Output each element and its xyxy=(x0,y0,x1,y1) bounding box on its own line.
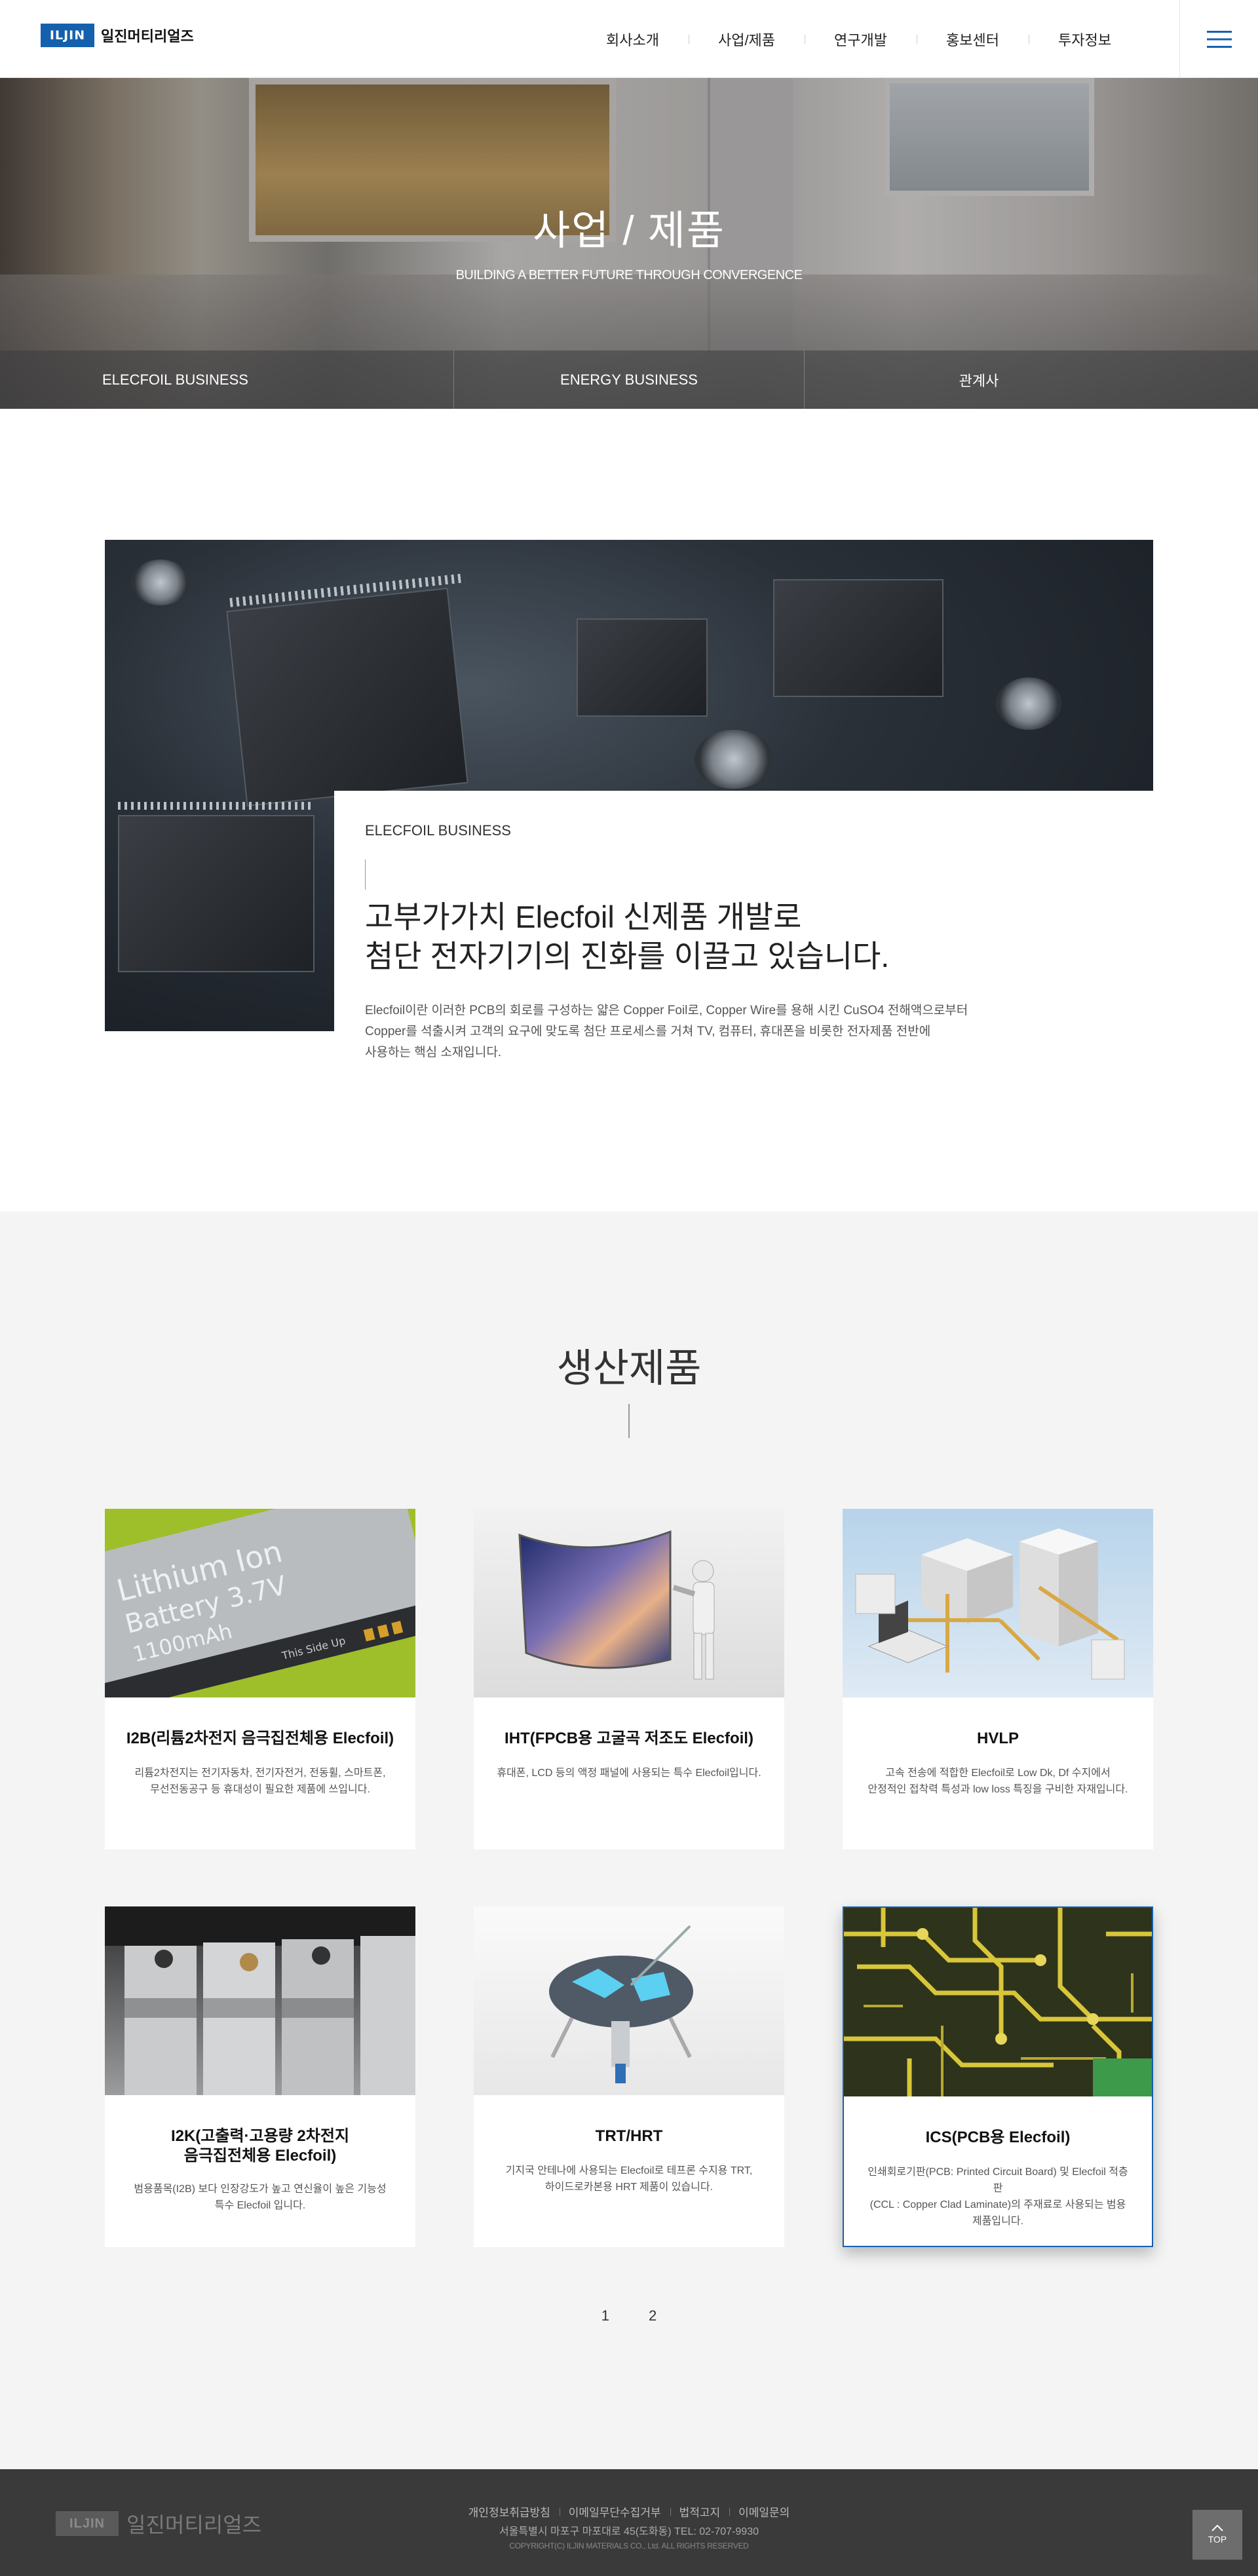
battery-illustration: Lithium Ion Battery 3.7V 1100mAh This Si… xyxy=(105,1509,415,1697)
capacitor-shape xyxy=(695,730,773,789)
product-card-i2k[interactable]: I2K(고출력·고용량 2차전지 음극집전체용 Elecfoil) 범용품목(I… xyxy=(105,1906,415,2247)
footer-link-email-refusal[interactable]: 이메일무단수집거부 xyxy=(560,2503,670,2520)
product-title: IHT(FPCB용 고굴곡 저조도 Elecfoil) xyxy=(505,1730,753,1747)
top-label: TOP xyxy=(1208,2534,1227,2545)
antenna-image xyxy=(474,1906,784,2095)
divider xyxy=(628,1404,630,1438)
product-title: I2B(리튬2차전지 음극집전체용 Elecfoil) xyxy=(126,1730,394,1747)
product-card-hvlp[interactable]: HVLP 고속 전송에 적합한 Elecfoil로 Low Dk, Df 수지에… xyxy=(843,1509,1153,1849)
desc-line: 휴대폰, LCD 등의 액정 패널에 사용되는 특수 Elecfoil입니다. xyxy=(497,1768,761,1779)
site-footer: ILJIN 일진머티리얼즈 개인정보취급방침 이메일무단수집거부 법적고지 이메… xyxy=(0,2469,1258,2576)
desc-line: 안정적인 접착력 특성과 low loss 특징을 구비한 자재입니다. xyxy=(867,1784,1128,1795)
desc-line: 기지국 안테나에 사용되는 Elecfoil로 테프론 수지용 TRT, xyxy=(505,2165,753,2176)
desc-line: 사용하는 핵심 소재입니다. xyxy=(365,1046,502,1059)
desc-line: 범용품목(I2B) 보다 인장강도가 높고 연신율이 높은 기능성 xyxy=(134,2184,387,2195)
site-header: ILJIN 일진머티리얼즈 회사소개 사업/제품 연구개발 홍보센터 투자정보 xyxy=(0,0,1258,78)
product-card-trt-hrt[interactable]: TRT/HRT 기지국 안테나에 사용되는 Elecfoil로 테프론 수지용 … xyxy=(474,1906,784,2247)
headline-line: 고부가가치 Elecfoil 신제품 개발로 xyxy=(365,900,802,934)
battery-pack-image xyxy=(105,1906,415,2095)
chip-shape xyxy=(773,579,943,697)
headline-line: 첨단 전자기기의 진화를 이끌고 있습니다. xyxy=(365,939,890,974)
title-line: I2K(고출력·고용량 2차전지 xyxy=(170,2127,350,2145)
logo-text: 일진머티리얼즈 xyxy=(101,28,194,45)
desc-line: 리튬2차전지는 전기자동차, 전기자전거, 전동휠, 스마트폰, xyxy=(134,1768,386,1779)
product-card-ics[interactable]: ICS(PCB용 Elecfoil) 인쇄회로기판(PCB: Printed C… xyxy=(843,1906,1153,2247)
page-1[interactable]: 1 xyxy=(601,2307,609,2324)
desc-line: 하이드로카본용 HRT 제품이 있습니다. xyxy=(544,2182,714,2193)
tab-energy[interactable]: ENERGY BUSINESS xyxy=(453,350,804,409)
flexible-display-image xyxy=(474,1509,784,1697)
pagination: 1 2 xyxy=(0,2307,1258,2324)
site-logo[interactable]: ILJIN 일진머티리얼즈 xyxy=(41,24,194,47)
product-title: I2K(고출력·고용량 2차전지 음극집전체용 Elecfoil) xyxy=(118,2127,402,2166)
nav-business[interactable]: 사업/제품 xyxy=(689,29,805,50)
network-image xyxy=(843,1509,1153,1697)
footer-link-legal[interactable]: 법적고지 xyxy=(670,2503,730,2520)
product-desc: 고속 전송에 적합한 Elecfoil로 Low Dk, Df 수지에서 안정적… xyxy=(862,1765,1134,1798)
product-title: ICS(PCB용 Elecfoil) xyxy=(925,2129,1071,2146)
chip-shape xyxy=(226,588,468,806)
product-desc: 기지국 안테나에 사용되는 Elecfoil로 테프론 수지용 TRT, 하이드… xyxy=(493,2163,765,2195)
nav-ir[interactable]: 투자정보 xyxy=(1029,29,1141,50)
intro-headline: 고부가가치 Elecfoil 신제품 개발로 첨단 전자기기의 진화를 이끌고 … xyxy=(365,898,889,976)
page-subtitle: BUILDING A BETTER FUTURE THROUGH CONVERG… xyxy=(455,268,803,282)
product-desc: 리튬2차전지는 전기자동차, 전기자전거, 전동휠, 스마트폰, 무선전동공구 … xyxy=(124,1765,396,1798)
nav-rnd[interactable]: 연구개발 xyxy=(805,29,917,50)
pcb-illustration xyxy=(844,1908,1152,2096)
chevron-up-icon xyxy=(1211,2525,1223,2531)
footer-address: 서울특별시 마포구 마포대로 45(도화동) TEL: 02-707-9930 xyxy=(499,2526,759,2537)
product-card-i2b[interactable]: Lithium Ion Battery 3.7V 1100mAh This Si… xyxy=(105,1509,415,1849)
logo-mark: ILJIN xyxy=(41,24,94,47)
desc-line: 고속 전송에 적합한 Elecfoil로 Low Dk, Df 수지에서 xyxy=(885,1768,1111,1779)
product-card-iht[interactable]: IHT(FPCB용 고굴곡 저조도 Elecfoil) 휴대폰, LCD 등의 … xyxy=(474,1509,784,1849)
tab-elecfoil[interactable]: ELECFOIL BUSINESS xyxy=(0,350,453,409)
section-title: 생산제품 xyxy=(556,1346,702,1390)
capacitor-shape xyxy=(996,677,1061,730)
divider xyxy=(365,860,366,890)
sub-tabs: ELECFOIL BUSINESS ENERGY BUSINESS 관계사 xyxy=(0,350,1258,409)
hero-banner: 사업 / 제품 BUILDING A BETTER FUTURE THROUGH… xyxy=(0,78,1258,409)
antenna-illustration xyxy=(549,1925,693,2083)
intro-description: Elecfoil이란 이러한 PCB의 회로를 구성하는 얇은 Copper F… xyxy=(365,1000,1020,1063)
footer-copyright: COPYRIGHT(C) ILJIN MATERIALS CO., Ltd. A… xyxy=(509,2541,749,2550)
main-nav: 회사소개 사업/제품 연구개발 홍보센터 투자정보 xyxy=(577,0,1141,78)
desc-line: Copper를 석출시켜 고객의 요구에 맞도록 첨단 프로세스를 거쳐 TV,… xyxy=(365,1025,931,1038)
desc-line: 특수 Elecfoil 입니다. xyxy=(214,2200,306,2211)
nav-company[interactable]: 회사소개 xyxy=(577,29,689,50)
back-to-top-button[interactable]: TOP xyxy=(1192,2510,1242,2560)
tab-affiliates[interactable]: 관계사 xyxy=(804,350,1258,409)
product-desc: 인쇄회로기판(PCB: Printed Circuit Board) 및 Ele… xyxy=(864,2164,1132,2229)
footer-link-privacy[interactable]: 개인정보취급방침 xyxy=(459,2503,560,2520)
display-illustration xyxy=(518,1530,715,1680)
page-title: 사업 / 제품 xyxy=(533,208,725,254)
section-label: ELECFOIL BUSINESS xyxy=(365,822,511,839)
hamburger-icon xyxy=(1206,30,1232,48)
battery-image: Lithium Ion Battery 3.7V 1100mAh This Si… xyxy=(105,1509,415,1697)
desc-line: 제품입니다. xyxy=(972,2216,1024,2227)
desc-line: Elecfoil이란 이러한 PCB의 회로를 구성하는 얇은 Copper F… xyxy=(365,1004,968,1017)
page-2[interactable]: 2 xyxy=(649,2307,657,2324)
desc-line: 인쇄회로기판(PCB: Printed Circuit Board) 및 Ele… xyxy=(867,2167,1128,2194)
product-title: TRT/HRT xyxy=(595,2127,663,2145)
network-illustration xyxy=(855,1528,1125,1680)
capacitor-shape xyxy=(131,559,190,605)
pcb-image xyxy=(844,1908,1152,2096)
battery-pack-illustration xyxy=(105,1906,415,2095)
footer-links: 개인정보취급방침 이메일무단수집거부 법적고지 이메일문의 xyxy=(0,2503,1258,2520)
product-title: HVLP xyxy=(976,1730,1019,1747)
footer-link-email-inquiry[interactable]: 이메일문의 xyxy=(729,2503,799,2520)
chip-shape xyxy=(118,815,314,972)
chip-shape xyxy=(577,618,708,717)
desc-line: (CCL : Copper Clad Laminate)의 주재료로 사용되는 … xyxy=(869,2199,1126,2210)
chip-pins xyxy=(118,802,314,810)
product-desc: 범용품목(I2B) 보다 인장강도가 높고 연신율이 높은 기능성 특수 Ele… xyxy=(124,2181,396,2214)
product-desc: 휴대폰, LCD 등의 액정 패널에 사용되는 특수 Elecfoil입니다. xyxy=(493,1765,765,1781)
menu-button[interactable] xyxy=(1179,0,1258,78)
desc-line: 무선전동공구 등 휴대성이 필요한 제품에 쓰입니다. xyxy=(150,1784,370,1795)
title-line: 음극집전체용 Elecfoil) xyxy=(183,2147,337,2165)
nav-pr[interactable]: 홍보센터 xyxy=(917,29,1029,50)
